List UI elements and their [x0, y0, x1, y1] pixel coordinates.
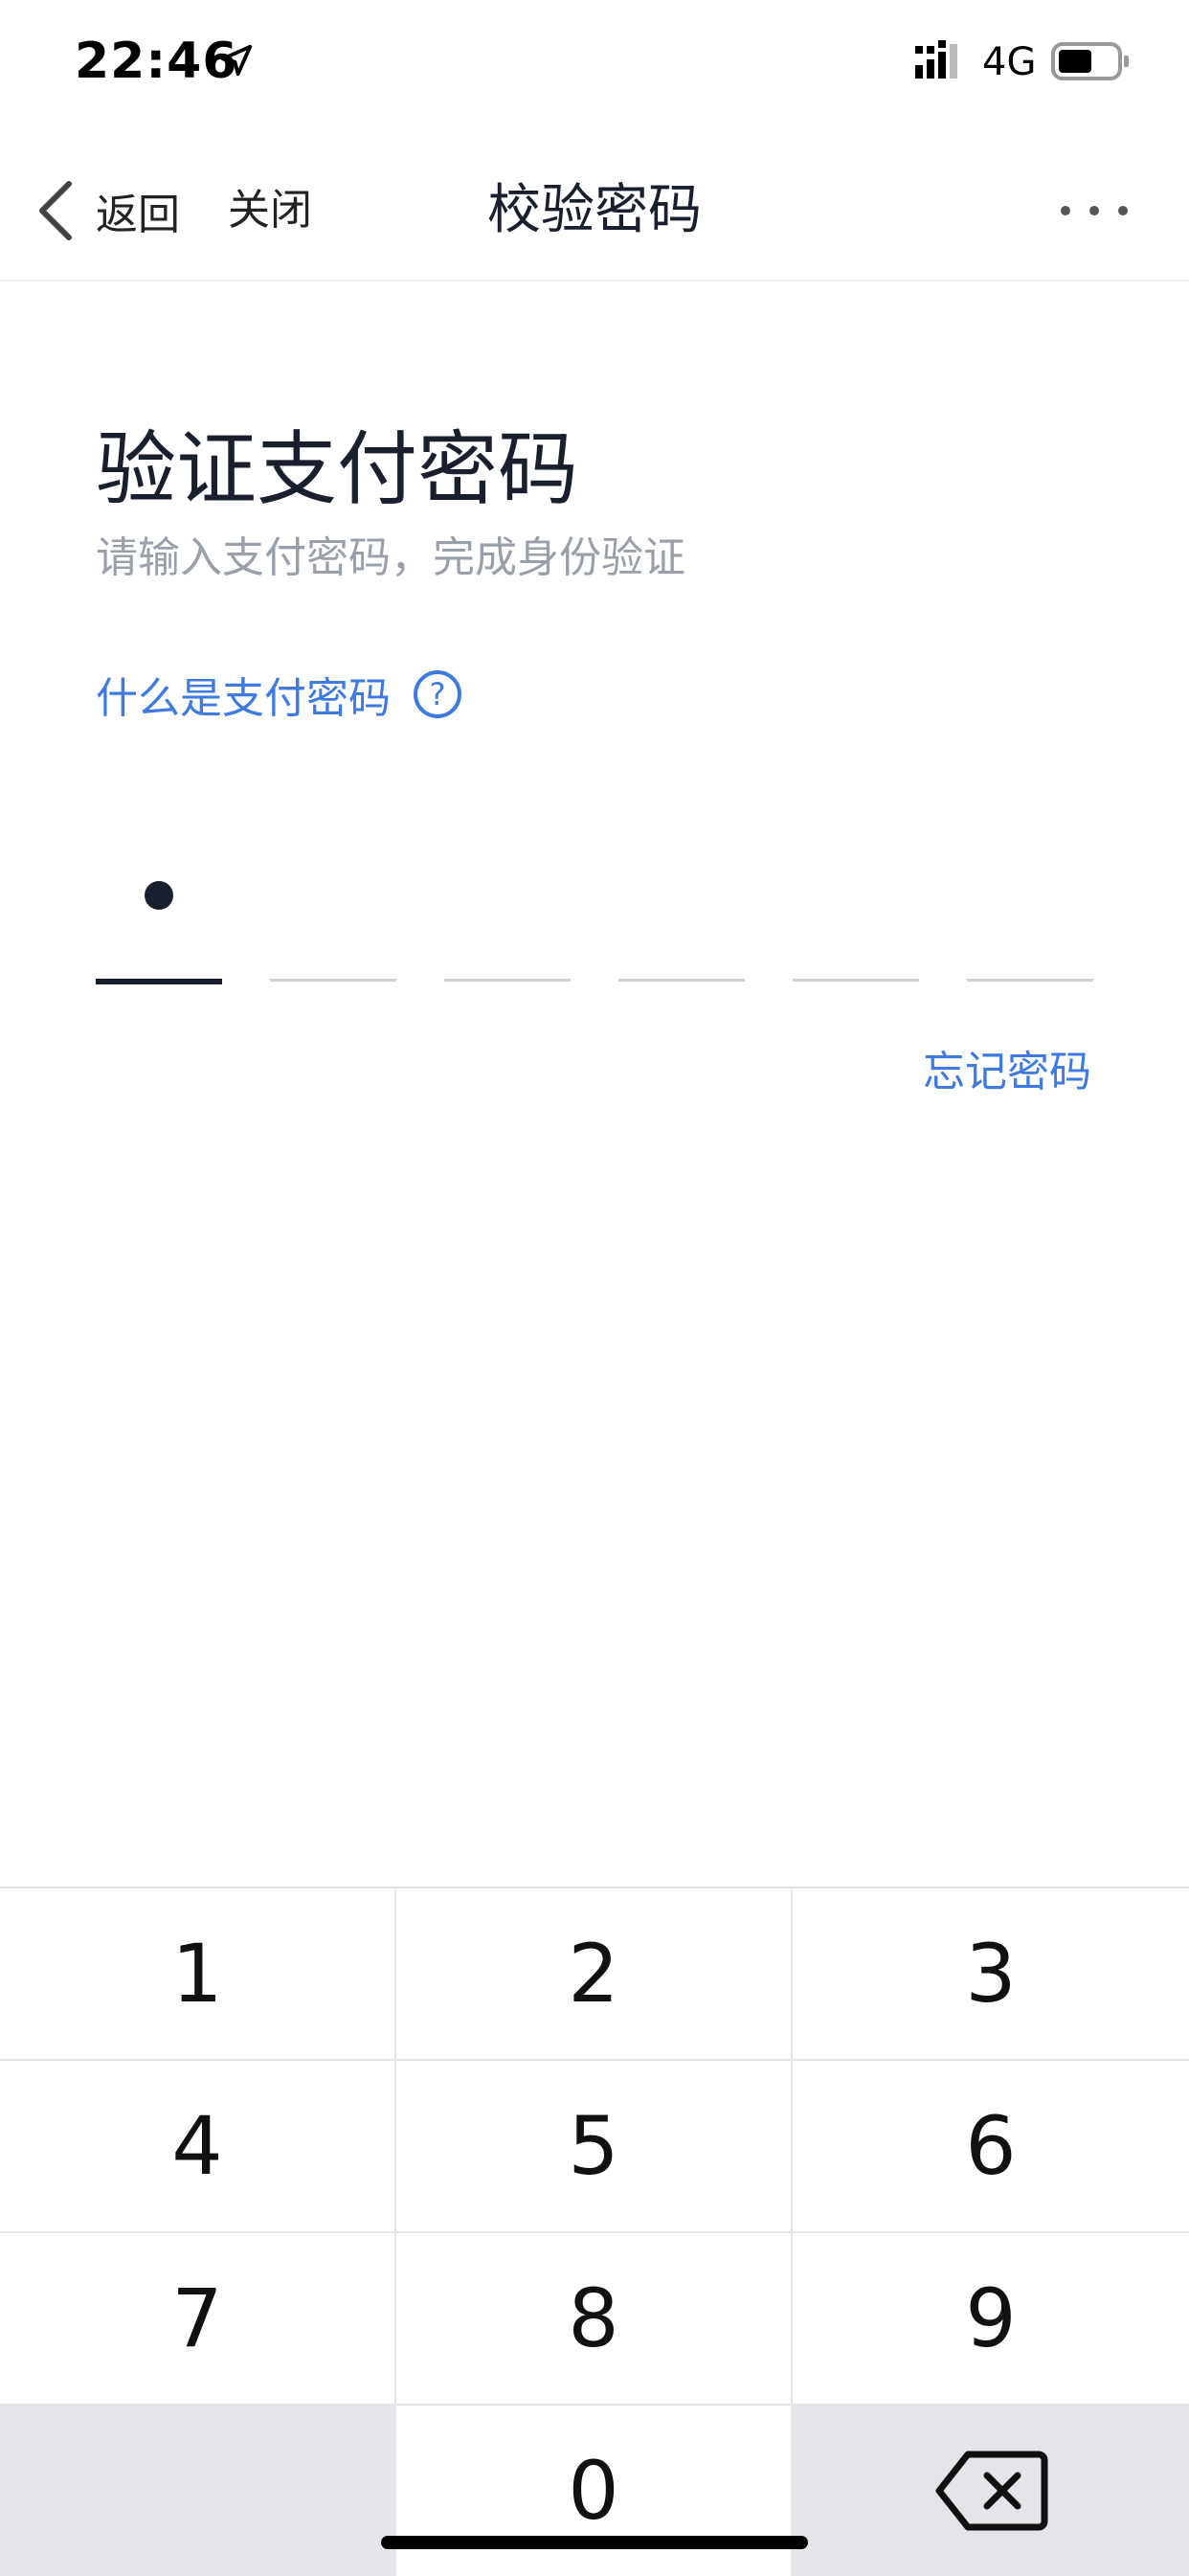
key-1[interactable]: 1	[0, 1888, 394, 2059]
more-dots-icon[interactable]	[1057, 182, 1132, 239]
key-5[interactable]: 5	[396, 2061, 791, 2231]
pin-dot	[145, 881, 173, 910]
verify-heading: 验证支付密码	[96, 422, 579, 516]
pin-slot-3	[444, 843, 571, 982]
key-2[interactable]: 2	[396, 1888, 791, 2059]
back-label: 返回	[96, 191, 180, 239]
status-bar: 22:46 4G	[0, 0, 1189, 124]
key-blank	[0, 2406, 394, 2576]
key-6[interactable]: 6	[793, 2061, 1189, 2231]
home-indicator	[381, 2536, 808, 2549]
question-circle-icon: ?	[414, 670, 461, 718]
pin-input[interactable]	[96, 843, 1093, 986]
pin-slot-2	[270, 843, 396, 982]
key-8[interactable]: 8	[396, 2233, 791, 2404]
delete-key[interactable]	[793, 2406, 1189, 2576]
network-type: 4G	[982, 40, 1037, 84]
help-link-label: 什么是支付密码	[96, 674, 391, 723]
key-7[interactable]: 7	[0, 2233, 394, 2404]
forgot-password-link[interactable]: 忘记密码	[923, 1042, 1091, 1103]
status-time: 22:46	[75, 33, 238, 90]
backspace-icon	[935, 2451, 1048, 2531]
nav-bar: 返回 关闭 校验密码	[0, 144, 1189, 282]
battery-icon	[1051, 42, 1129, 80]
close-button[interactable]: 关闭	[228, 172, 312, 249]
verify-subtitle: 请输入支付密码，完成身份验证	[96, 533, 685, 582]
key-4[interactable]: 4	[0, 2061, 394, 2231]
numeric-keypad: 1 2 3 4 5 6 7 8 9 0	[0, 1887, 1189, 2576]
pin-slot-6	[967, 843, 1093, 982]
pin-slot-4	[618, 843, 745, 982]
signal-bars-icon	[915, 40, 957, 79]
key-3[interactable]: 3	[793, 1888, 1189, 2059]
key-9[interactable]: 9	[793, 2233, 1189, 2404]
back-button[interactable]: 返回	[36, 172, 180, 249]
chevron-left-icon	[39, 181, 72, 240]
key-0[interactable]: 0	[396, 2406, 791, 2576]
what-is-pay-password-link[interactable]: 什么是支付密码 ?	[96, 661, 461, 728]
pin-slot-1	[96, 843, 222, 984]
location-arrow-icon	[220, 44, 253, 77]
pin-slot-5	[793, 843, 919, 982]
